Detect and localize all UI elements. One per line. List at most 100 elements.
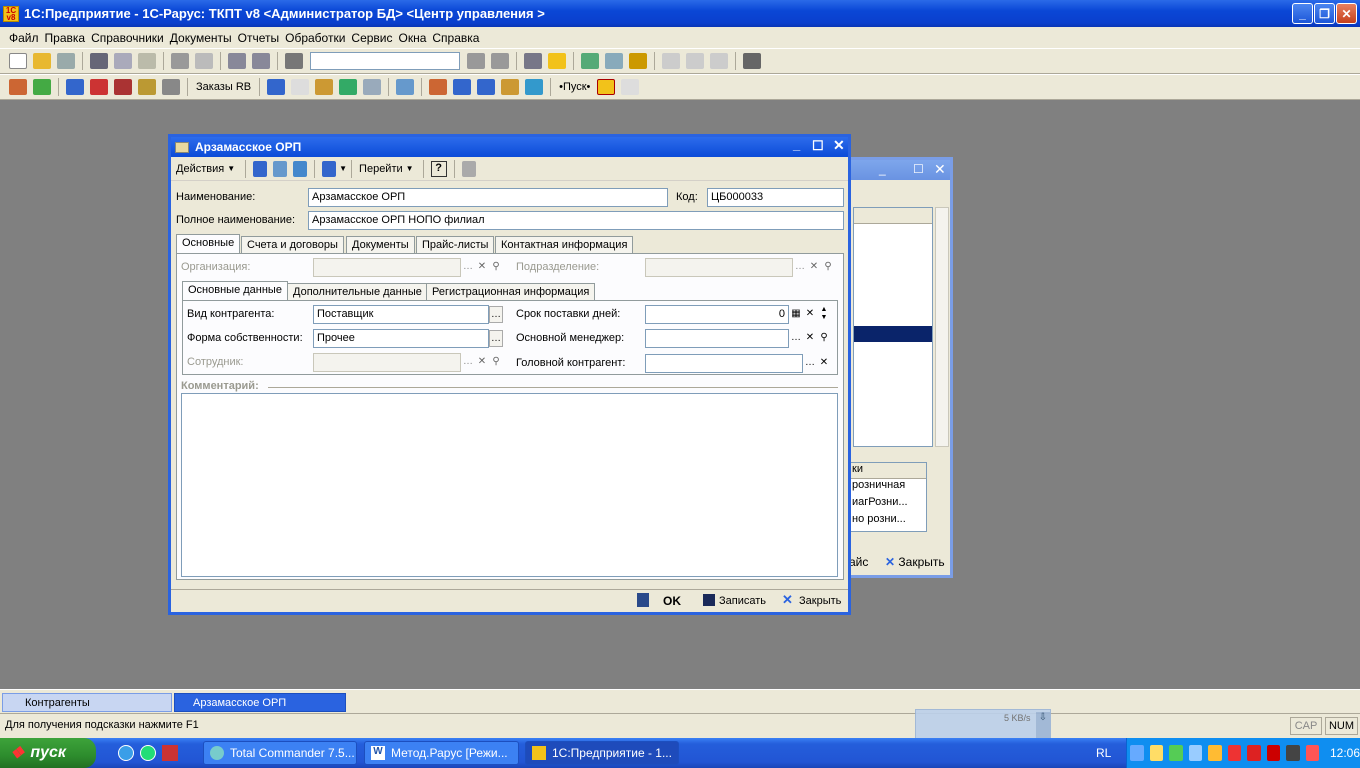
tab-contacts[interactable]: Контактная информация [495, 236, 634, 254]
mail-icon[interactable] [621, 79, 640, 95]
quick-launch-icon[interactable] [140, 745, 156, 761]
start-button[interactable]: ❖ пуск [0, 738, 96, 768]
window-tab-counterparties[interactable]: Контрагенты [2, 693, 172, 712]
z-report-icon[interactable] [162, 79, 180, 95]
kind-field[interactable]: Поставщик [313, 305, 489, 324]
list-item[interactable]: иагРозни... [850, 496, 926, 513]
head-select-icon[interactable]: … [803, 355, 817, 372]
copy-item-icon[interactable] [293, 160, 308, 177]
print-icon[interactable] [171, 53, 189, 69]
tab-accounts[interactable]: Счета и договоры [241, 236, 344, 254]
open-icon[interactable] [33, 53, 51, 69]
undo-icon[interactable] [228, 53, 246, 69]
help-1c-icon[interactable] [548, 53, 566, 69]
cut-icon[interactable] [90, 53, 108, 69]
close-button[interactable]: ✕ [1336, 3, 1357, 24]
ie-icon[interactable] [118, 745, 134, 761]
find-prev-icon[interactable] [491, 53, 509, 69]
menu-edit[interactable]: Правка [42, 31, 89, 45]
menu-processing[interactable]: Обработки [282, 31, 348, 45]
selected-row[interactable] [854, 326, 932, 342]
kind-select-icon[interactable]: … [489, 306, 503, 323]
orders-rb-button[interactable]: Заказы RB [196, 81, 251, 93]
find-icon[interactable] [285, 53, 303, 69]
help-icon[interactable]: ? [430, 160, 447, 177]
counterparties-window[interactable]: _ ☐ ✕ ки розничная иагРозни... но розни.… [846, 157, 953, 578]
stamp-icon[interactable] [525, 79, 544, 95]
list-item[interactable]: но розни... [850, 513, 926, 530]
menu-reports[interactable]: Отчеты [235, 31, 282, 45]
subtab-additional[interactable]: Дополнительные данные [287, 283, 428, 301]
tray-home-icon[interactable] [1305, 745, 1319, 761]
comment-field[interactable] [181, 393, 838, 577]
books-icon[interactable] [9, 79, 27, 95]
fullname-field[interactable]: Арзамасское ОРП НОПО филиал [308, 211, 844, 230]
calculator-icon[interactable]: ▦ [789, 306, 803, 323]
head-clear-icon[interactable]: ✕ [817, 355, 831, 372]
paste-icon[interactable] [138, 53, 156, 69]
new-icon[interactable] [9, 53, 27, 69]
goods-icon[interactable] [114, 79, 132, 95]
tray-2-icon[interactable] [1149, 745, 1163, 761]
move-in-icon[interactable] [453, 79, 472, 95]
manager-clear-icon[interactable]: ✕ [803, 330, 817, 347]
menu-help[interactable]: Справка [429, 31, 482, 45]
doc-arrow-icon[interactable] [267, 79, 286, 95]
calendar-icon[interactable] [605, 53, 623, 69]
close-dialog-button[interactable]: Закрыть [799, 595, 841, 607]
price-list[interactable]: ки розничная иагРозни... но розни... [849, 462, 927, 532]
window-tab-dialog[interactable]: Арзамасское ОРП [174, 693, 346, 712]
name-field[interactable]: Арзамасское ОРП [308, 188, 668, 207]
minimize-button[interactable]: _ [1292, 3, 1313, 24]
start-button[interactable]: •Пуск• [559, 81, 590, 93]
days-spin-icon[interactable]: ▲ ▼ [817, 306, 831, 323]
days-clear-icon[interactable]: ✕ [803, 306, 817, 323]
memory-plus-icon[interactable] [686, 53, 704, 69]
task-1c[interactable]: 1С:Предприятие - 1... [525, 741, 679, 765]
ownership-field[interactable]: Прочее [313, 329, 489, 348]
menu-service[interactable]: Сервис [348, 31, 395, 45]
money-icon[interactable] [138, 79, 156, 95]
manager-select-icon[interactable]: … [789, 330, 803, 347]
tray-3-icon[interactable] [1169, 745, 1183, 761]
menu-documents[interactable]: Документы [167, 31, 235, 45]
service-icon[interactable] [629, 53, 647, 69]
arrow-in-icon[interactable] [66, 79, 84, 95]
bg-button[interactable]: айс [849, 555, 868, 569]
bg-close-icon[interactable]: ✕ [934, 161, 946, 178]
task-total-commander[interactable]: Total Commander 7.5... [203, 741, 357, 765]
based-on-icon[interactable] [322, 160, 337, 177]
quick-launch-2-icon[interactable] [162, 745, 178, 761]
menu-windows[interactable]: Окна [396, 31, 430, 45]
actions-menu[interactable]: Действия [176, 163, 224, 175]
list-icon[interactable] [363, 79, 382, 95]
tab-pricelists[interactable]: Прайс-листы [416, 236, 495, 254]
chart-icon[interactable] [339, 79, 358, 95]
preview-icon[interactable] [195, 53, 213, 69]
list-item[interactable]: розничная [850, 479, 926, 496]
tray-5-icon[interactable] [1208, 745, 1222, 761]
manager-search-icon[interactable]: ⚲ [817, 330, 831, 347]
hierarchy-icon[interactable] [429, 79, 448, 95]
hand-icon[interactable] [396, 79, 415, 95]
memory-minus-icon[interactable] [710, 53, 728, 69]
bg-list[interactable] [853, 207, 933, 447]
save-icon[interactable] [57, 53, 75, 69]
tray-arrows-icon[interactable] [1266, 745, 1280, 761]
arrow-out-icon[interactable] [90, 79, 108, 95]
register-icon[interactable] [597, 79, 616, 95]
tray-grid-icon[interactable] [1286, 745, 1300, 761]
dialog-close-icon[interactable]: ✕ [833, 137, 845, 154]
balance-icon[interactable] [315, 79, 334, 95]
doc-icon[interactable] [291, 79, 310, 95]
calculator-icon[interactable] [581, 53, 599, 69]
find-next-icon[interactable] [467, 53, 485, 69]
code-field[interactable]: ЦБ000033 [707, 188, 844, 207]
structure-icon[interactable] [461, 160, 476, 177]
dialog-minimize-icon[interactable]: _ [793, 137, 800, 152]
windows-icon[interactable] [524, 53, 542, 69]
ok-button[interactable]: OK [663, 594, 681, 608]
language-indicator[interactable]: RL [1096, 746, 1111, 760]
task-word-doc[interactable]: W Метод.Рарус [Режи... [364, 741, 519, 765]
tray-kaspersky-icon[interactable] [1247, 745, 1261, 761]
